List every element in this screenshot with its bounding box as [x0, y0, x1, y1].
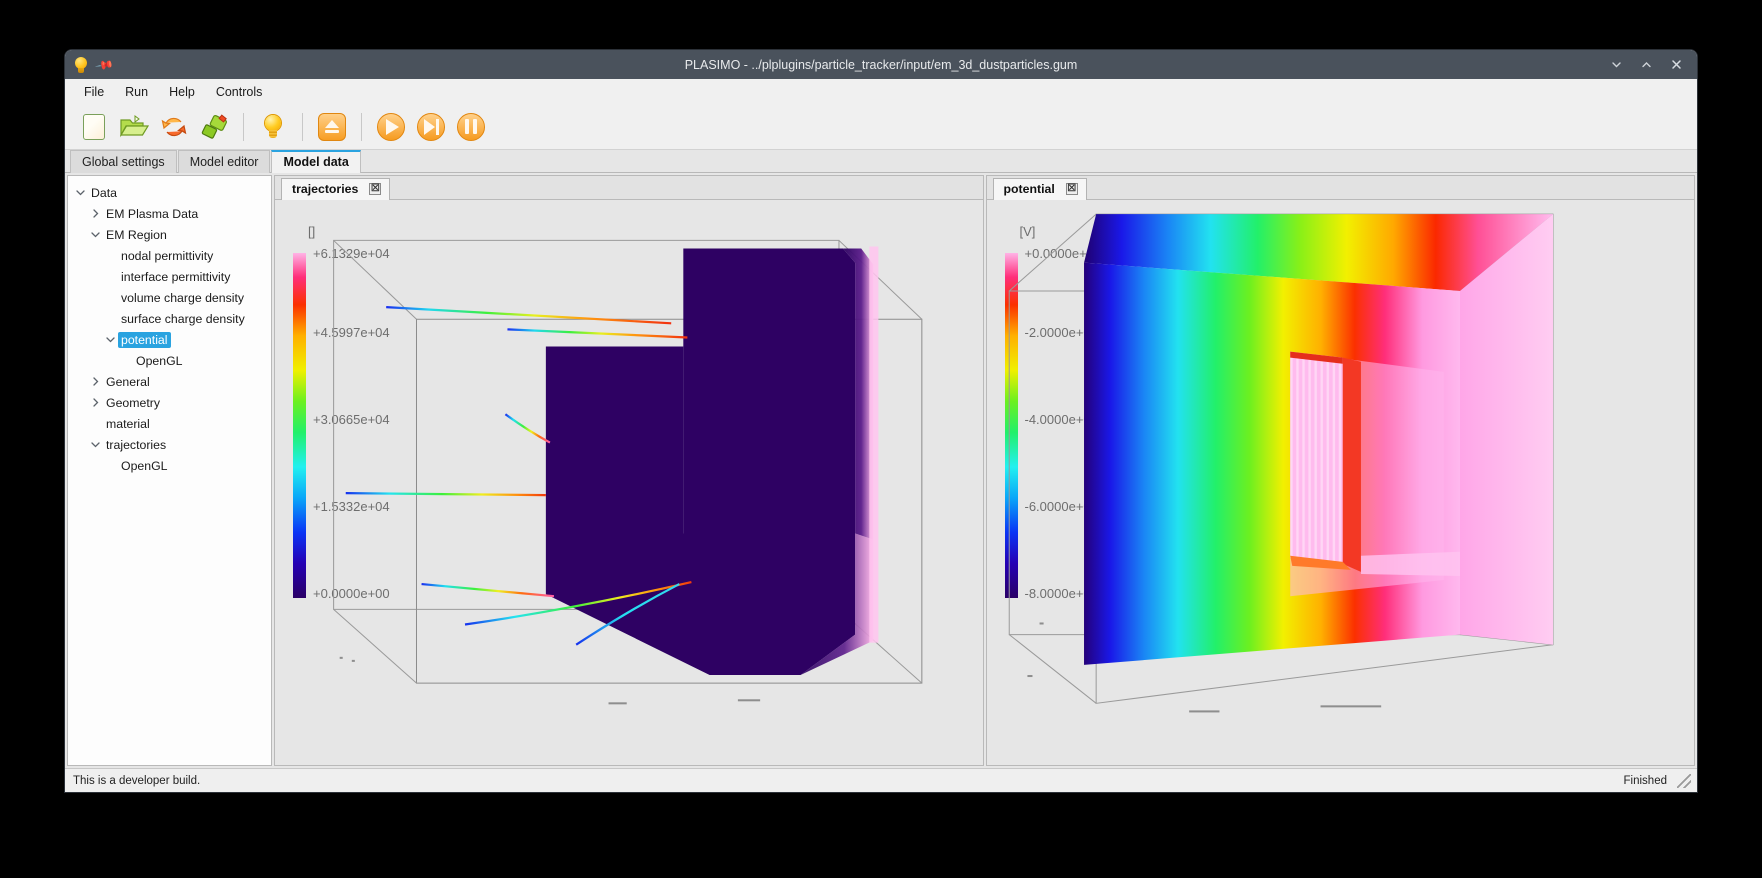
tree-item-label: Geometry — [106, 395, 160, 410]
main-content: Data EM Plasma Data EM Region nodal permitt… — [65, 173, 1697, 768]
tree-item-em-plasma-data[interactable]: EM Plasma Data — [72, 203, 269, 224]
trajectories-3d-view[interactable] — [275, 200, 982, 726]
trajectories-canvas[interactable]: [] +6.1329e+04 +4.5997e+04 +3.0665e+04 +… — [275, 200, 983, 765]
play-icon[interactable] — [374, 110, 408, 144]
tree-item-label: trajectories — [106, 437, 167, 452]
menu-run[interactable]: Run — [116, 82, 157, 102]
close-icon[interactable]: ☒ — [369, 183, 382, 195]
chevron-down-icon[interactable] — [72, 187, 88, 198]
toolbar-separator — [302, 112, 303, 141]
open-folder-icon[interactable] — [117, 110, 151, 144]
tree-item-opengl[interactable]: OpenGL — [72, 455, 269, 476]
tree-item-label: EM Plasma Data — [106, 206, 199, 221]
step-forward-icon[interactable] — [414, 110, 448, 144]
window-controls — [1610, 58, 1697, 71]
tree-item-label: General — [106, 374, 150, 389]
tree-item-surface-charge-density[interactable]: surface charge density — [72, 308, 269, 329]
tree-item-potential[interactable]: potential — [72, 329, 269, 350]
trajectories-tab-bar: trajectories ☒ — [275, 176, 983, 200]
tab-model-editor[interactable]: Model editor — [177, 150, 271, 173]
tree-item-label: OpenGL — [136, 353, 183, 368]
window-title: PLASIMO - ../plplugins/particle_tracker/… — [684, 57, 1078, 72]
minimize-button[interactable] — [1610, 58, 1623, 71]
pin-icon[interactable]: 📌 — [94, 54, 114, 74]
viz-tab-trajectories[interactable]: trajectories ☒ — [281, 178, 391, 200]
resize-grip[interactable] — [1677, 773, 1691, 788]
new-file-icon[interactable] — [77, 110, 111, 144]
tree-item-label: potential — [118, 331, 171, 348]
viz-tab-label: trajectories — [292, 182, 359, 196]
chevron-right-icon[interactable] — [87, 397, 103, 408]
tree-item-data[interactable]: Data — [72, 182, 269, 203]
data-tree-panel[interactable]: Data EM Plasma Data EM Region nodal permitt… — [67, 175, 272, 766]
tree-item-opengl[interactable]: OpenGL — [72, 350, 269, 371]
close-icon[interactable]: ☒ — [1065, 183, 1078, 195]
maximize-button[interactable] — [1640, 58, 1653, 71]
lightbulb-icon[interactable] — [256, 110, 290, 144]
tab-global-settings[interactable]: Global settings — [70, 150, 177, 173]
main-tab-bar: Global settings Model editor Model data — [65, 150, 1697, 173]
application-window: 📌 PLASIMO - ../plplugins/particle_tracke… — [65, 50, 1697, 792]
status-message: This is a developer build. — [73, 774, 201, 787]
toolbar — [65, 104, 1697, 150]
tree-item-label: EM Region — [106, 227, 167, 242]
pause-icon[interactable] — [454, 110, 488, 144]
tree-item-geometry[interactable]: Geometry — [72, 392, 269, 413]
tree-item-label: interface permittivity — [121, 269, 231, 284]
chevron-right-icon[interactable] — [87, 376, 103, 387]
menu-controls[interactable]: Controls — [207, 82, 272, 102]
menu-file[interactable]: File — [75, 82, 113, 102]
trajectories-panel: trajectories ☒ [] +6.1329e+04 +4.5997e+0… — [274, 175, 984, 766]
toolbar-separator — [361, 112, 362, 141]
chevron-right-icon[interactable] — [87, 208, 103, 219]
status-bar: This is a developer build. Finished — [65, 768, 1697, 792]
viz-tab-potential[interactable]: potential ☒ — [992, 178, 1087, 200]
tree-item-label: OpenGL — [121, 458, 168, 473]
tree-item-label: surface charge density — [121, 311, 245, 326]
tree-item-nodal-permittivity[interactable]: nodal permittivity — [72, 245, 269, 266]
tree-item-label: Data — [91, 185, 117, 200]
tree-item-label: nodal permittivity — [121, 248, 214, 263]
menu-bar: File Run Help Controls — [65, 79, 1697, 104]
potential-3d-view[interactable] — [987, 200, 1694, 726]
tree-item-volume-charge-density[interactable]: volume charge density — [72, 287, 269, 308]
tree-item-material[interactable]: material — [72, 413, 269, 434]
potential-tab-bar: potential ☒ — [986, 176, 1694, 200]
tree-item-general[interactable]: General — [72, 371, 269, 392]
marker-icon[interactable] — [197, 110, 231, 144]
tree-item-em-region[interactable]: EM Region — [72, 224, 269, 245]
status-state: Finished — [1623, 774, 1667, 787]
viz-tab-label: potential — [1003, 182, 1055, 196]
menu-help[interactable]: Help — [160, 82, 204, 102]
potential-canvas[interactable]: [V] +0.0000e+00 -2.0000e+02 -4.0000e+02 … — [986, 200, 1694, 765]
chevron-down-icon[interactable] — [102, 334, 118, 345]
tree-item-label: material — [106, 416, 150, 431]
tree-item-interface-permittivity[interactable]: interface permittivity — [72, 266, 269, 287]
potential-panel: potential ☒ [V] +0.0000e+00 -2.0000e+02 … — [985, 175, 1695, 766]
lightbulb-icon — [74, 56, 88, 73]
tree-item-trajectories[interactable]: trajectories — [72, 434, 269, 455]
titlebar-icons: 📌 — [65, 54, 115, 75]
title-bar: 📌 PLASIMO - ../plplugins/particle_tracke… — [65, 50, 1697, 79]
tab-model-data[interactable]: Model data — [271, 150, 361, 173]
chevron-down-icon[interactable] — [87, 439, 103, 450]
close-button[interactable] — [1670, 58, 1683, 71]
toolbar-separator — [243, 112, 244, 141]
eject-icon[interactable] — [315, 110, 349, 144]
chevron-down-icon[interactable] — [87, 229, 103, 240]
reload-icon[interactable] — [157, 110, 191, 144]
tree-item-label: volume charge density — [121, 290, 245, 305]
